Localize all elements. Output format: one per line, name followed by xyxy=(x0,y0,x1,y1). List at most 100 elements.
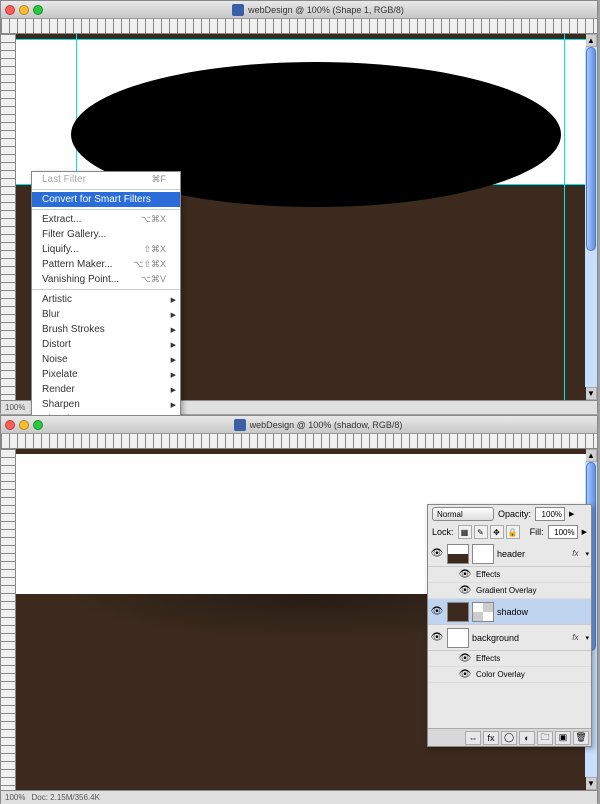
lock-position-icon[interactable]: ✥ xyxy=(490,525,504,539)
fx-badge[interactable]: fx xyxy=(572,633,578,642)
group-icon[interactable]: 🗀 xyxy=(537,731,553,745)
menu-noise[interactable]: Noise xyxy=(32,352,180,367)
titlebar[interactable]: webDesign @ 100% (shadow, RGB/8) xyxy=(1,416,597,434)
layer-mask-icon[interactable]: ◯ xyxy=(501,731,517,745)
document-window-top: webDesign @ 100% (Shape 1, RGB/8) ▲ ▼ 10… xyxy=(0,0,598,413)
zoom-button[interactable] xyxy=(33,5,43,15)
layer-name[interactable]: background xyxy=(472,633,519,643)
titlebar[interactable]: webDesign @ 100% (Shape 1, RGB/8) xyxy=(1,1,597,19)
menu-pixelate[interactable]: Pixelate xyxy=(32,367,180,382)
lock-label: Lock: xyxy=(432,527,454,537)
opacity-input[interactable]: 100% xyxy=(535,507,565,521)
layer-style-icon[interactable]: fx xyxy=(483,731,499,745)
layer-effect-gradient-overlay[interactable]: 👁 Gradient Overlay xyxy=(428,583,591,599)
window-controls xyxy=(5,420,43,430)
expand-icon[interactable]: ▾ xyxy=(585,550,589,558)
link-layers-icon[interactable]: ⇔ xyxy=(465,731,481,745)
layer-mask-thumbnail[interactable] xyxy=(472,544,494,564)
scroll-up[interactable]: ▲ xyxy=(585,449,597,462)
lock-icons: ▦ ✎ ✥ 🔒 xyxy=(458,525,520,539)
expand-icon[interactable]: ▾ xyxy=(585,634,589,642)
close-button[interactable] xyxy=(5,420,15,430)
layers-panel[interactable]: Normal Opacity: 100% ▶ Lock: ▦ ✎ ✥ 🔒 Fil… xyxy=(427,504,592,747)
visibility-eye-icon[interactable]: 👁 xyxy=(430,632,444,643)
smart-filter-thumbnail[interactable] xyxy=(472,602,494,622)
ruler-horizontal[interactable] xyxy=(1,434,597,449)
document-window-bottom: webDesign @ 100% (shadow, RGB/8) ▲ ▼ 100… xyxy=(0,415,598,803)
fill-input[interactable]: 100% xyxy=(548,525,578,539)
ps-icon xyxy=(232,4,244,16)
doc-size: Doc: 2.15M/356.4K xyxy=(31,793,99,802)
menu-artistic[interactable]: Artistic xyxy=(32,292,180,307)
visibility-eye-icon[interactable]: 👁 xyxy=(430,548,444,559)
visibility-eye-icon[interactable]: 👁 xyxy=(430,606,444,617)
blend-mode-select[interactable]: Normal xyxy=(432,507,494,521)
fx-badge[interactable]: fx xyxy=(572,549,578,558)
scroll-down[interactable]: ▼ xyxy=(585,387,597,400)
blend-opacity-row: Normal Opacity: 100% ▶ xyxy=(428,505,591,523)
minimize-button[interactable] xyxy=(19,5,29,15)
zoom-level[interactable]: 100% xyxy=(5,793,25,802)
layer-name[interactable]: shadow xyxy=(497,607,528,617)
ruler-horizontal[interactable] xyxy=(1,19,597,34)
menu-convert-smart-filters[interactable]: Convert for Smart Filters xyxy=(32,192,180,207)
zoom-level[interactable]: 100% xyxy=(5,403,25,412)
menu-extract[interactable]: Extract...⌥⌘X xyxy=(32,212,180,227)
menu-render[interactable]: Render xyxy=(32,382,180,397)
delete-layer-icon[interactable]: 🗑 xyxy=(573,731,589,745)
lock-transparent-icon[interactable]: ▦ xyxy=(458,525,472,539)
layer-background[interactable]: 👁 background fx ▾ xyxy=(428,625,591,651)
status-bar: 100% Doc: 2.15M/356.4K xyxy=(1,790,597,804)
visibility-eye-icon[interactable]: 👁 xyxy=(458,585,472,596)
layer-shadow[interactable]: 👁 shadow xyxy=(428,599,591,625)
close-button[interactable] xyxy=(5,5,15,15)
zoom-button[interactable] xyxy=(33,420,43,430)
scroll-thumb[interactable] xyxy=(586,47,596,251)
effect-name: Gradient Overlay xyxy=(476,586,536,595)
new-layer-icon[interactable]: ▣ xyxy=(555,731,571,745)
window-title: webDesign @ 100% (shadow, RGB/8) xyxy=(250,420,403,430)
window-controls xyxy=(5,5,43,15)
menu-liquify[interactable]: Liquify...⇧⌘X xyxy=(32,242,180,257)
visibility-eye-icon[interactable]: 👁 xyxy=(458,569,472,580)
fill-flyout-icon[interactable]: ▶ xyxy=(582,528,587,536)
opacity-label: Opacity: xyxy=(498,509,531,519)
visibility-eye-icon[interactable]: 👁 xyxy=(458,653,472,664)
blend-mode-value: Normal xyxy=(437,510,463,519)
menu-distort[interactable]: Distort xyxy=(32,337,180,352)
scroll-track[interactable] xyxy=(585,47,597,387)
layer-header[interactable]: 👁 header fx ▾ xyxy=(428,541,591,567)
layer-effects-row[interactable]: 👁 Effects xyxy=(428,567,591,583)
layer-effects-row[interactable]: 👁 Effects xyxy=(428,651,591,667)
layer-thumbnail[interactable] xyxy=(447,628,469,648)
ruler-vertical[interactable] xyxy=(1,449,16,790)
menu-sharpen[interactable]: Sharpen xyxy=(32,397,180,412)
menu-pattern-maker[interactable]: Pattern Maker...⌥⇧⌘X xyxy=(32,257,180,272)
layer-name[interactable]: header xyxy=(497,549,525,559)
scroll-down[interactable]: ▼ xyxy=(585,777,597,790)
guide-v-2[interactable] xyxy=(564,34,565,400)
guide-h-1[interactable] xyxy=(16,39,586,40)
lock-fill-row: Lock: ▦ ✎ ✥ 🔒 Fill: 100% ▶ xyxy=(428,523,591,541)
ruler-vertical[interactable] xyxy=(1,34,16,400)
vertical-scrollbar[interactable]: ▲ ▼ xyxy=(584,34,597,400)
layer-thumbnail[interactable] xyxy=(447,602,469,622)
lock-pixels-icon[interactable]: ✎ xyxy=(474,525,488,539)
layer-thumbnail[interactable] xyxy=(447,544,469,564)
effects-label: Effects xyxy=(476,570,500,579)
scroll-up[interactable]: ▲ xyxy=(585,34,597,47)
visibility-eye-icon[interactable]: 👁 xyxy=(458,669,472,680)
menu-last-filter: Last Filter⌘F xyxy=(32,172,180,187)
layer-effect-color-overlay[interactable]: 👁 Color Overlay xyxy=(428,667,591,683)
window-title-wrap: webDesign @ 100% (shadow, RGB/8) xyxy=(43,419,593,431)
effect-name: Color Overlay xyxy=(476,670,525,679)
menu-vanishing-point[interactable]: Vanishing Point...⌥⌘V xyxy=(32,272,180,287)
menu-blur[interactable]: Blur xyxy=(32,307,180,322)
menu-filter-gallery[interactable]: Filter Gallery... xyxy=(32,227,180,242)
effects-label: Effects xyxy=(476,654,500,663)
menu-brush-strokes[interactable]: Brush Strokes xyxy=(32,322,180,337)
minimize-button[interactable] xyxy=(19,420,29,430)
opacity-flyout-icon[interactable]: ▶ xyxy=(569,510,574,518)
adjustment-layer-icon[interactable]: ◐ xyxy=(519,731,535,745)
lock-all-icon[interactable]: 🔒 xyxy=(506,525,520,539)
